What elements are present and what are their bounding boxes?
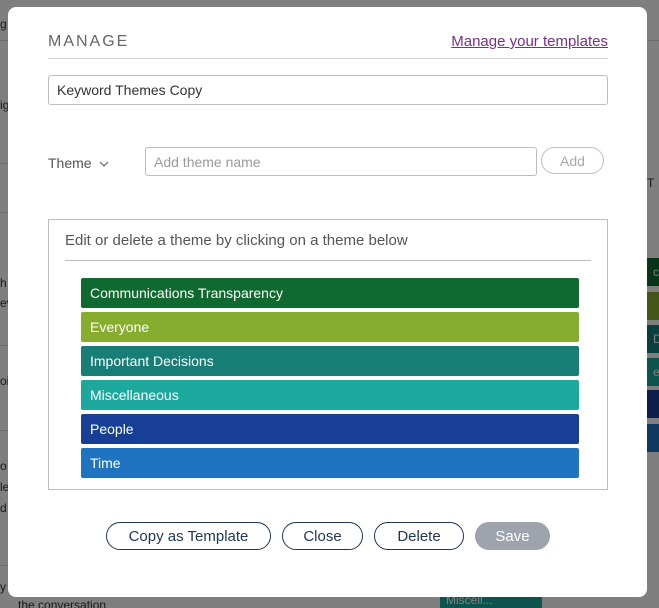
theme-item[interactable]: Miscellaneous — [81, 380, 579, 410]
modal-actions: Copy as Template Close Delete Save — [8, 522, 647, 550]
theme-list-panel: Edit or delete a theme by clicking on a … — [48, 219, 608, 490]
copy-as-template-button[interactable]: Copy as Template — [106, 522, 271, 550]
theme-item[interactable]: People — [81, 414, 579, 444]
manage-templates-link[interactable]: Manage your templates — [451, 33, 608, 50]
theme-item[interactable]: Communications Transparency — [81, 278, 579, 308]
delete-button[interactable]: Delete — [374, 522, 464, 550]
theme-item[interactable]: Important Decisions — [81, 346, 579, 376]
theme-list: Communications Transparency Everyone Imp… — [81, 278, 579, 482]
modal-title: MANAGE — [48, 33, 130, 50]
save-button[interactable]: Save — [475, 522, 550, 550]
modal-header: MANAGE Manage your templates — [48, 31, 608, 59]
add-theme-button[interactable]: Add — [541, 147, 604, 174]
manage-modal: MANAGE Manage your templates Theme Add E… — [8, 7, 647, 597]
theme-dropdown-label: Theme — [48, 155, 92, 171]
divider — [65, 260, 591, 261]
chevron-down-icon — [99, 155, 109, 171]
close-button[interactable]: Close — [282, 522, 363, 550]
template-name-input[interactable] — [48, 75, 608, 105]
theme-dropdown[interactable]: Theme — [48, 155, 109, 171]
theme-name-input[interactable] — [145, 147, 537, 176]
theme-item[interactable]: Everyone — [81, 312, 579, 342]
theme-list-instruction: Edit or delete a theme by clicking on a … — [65, 232, 408, 249]
theme-item[interactable]: Time — [81, 448, 579, 478]
